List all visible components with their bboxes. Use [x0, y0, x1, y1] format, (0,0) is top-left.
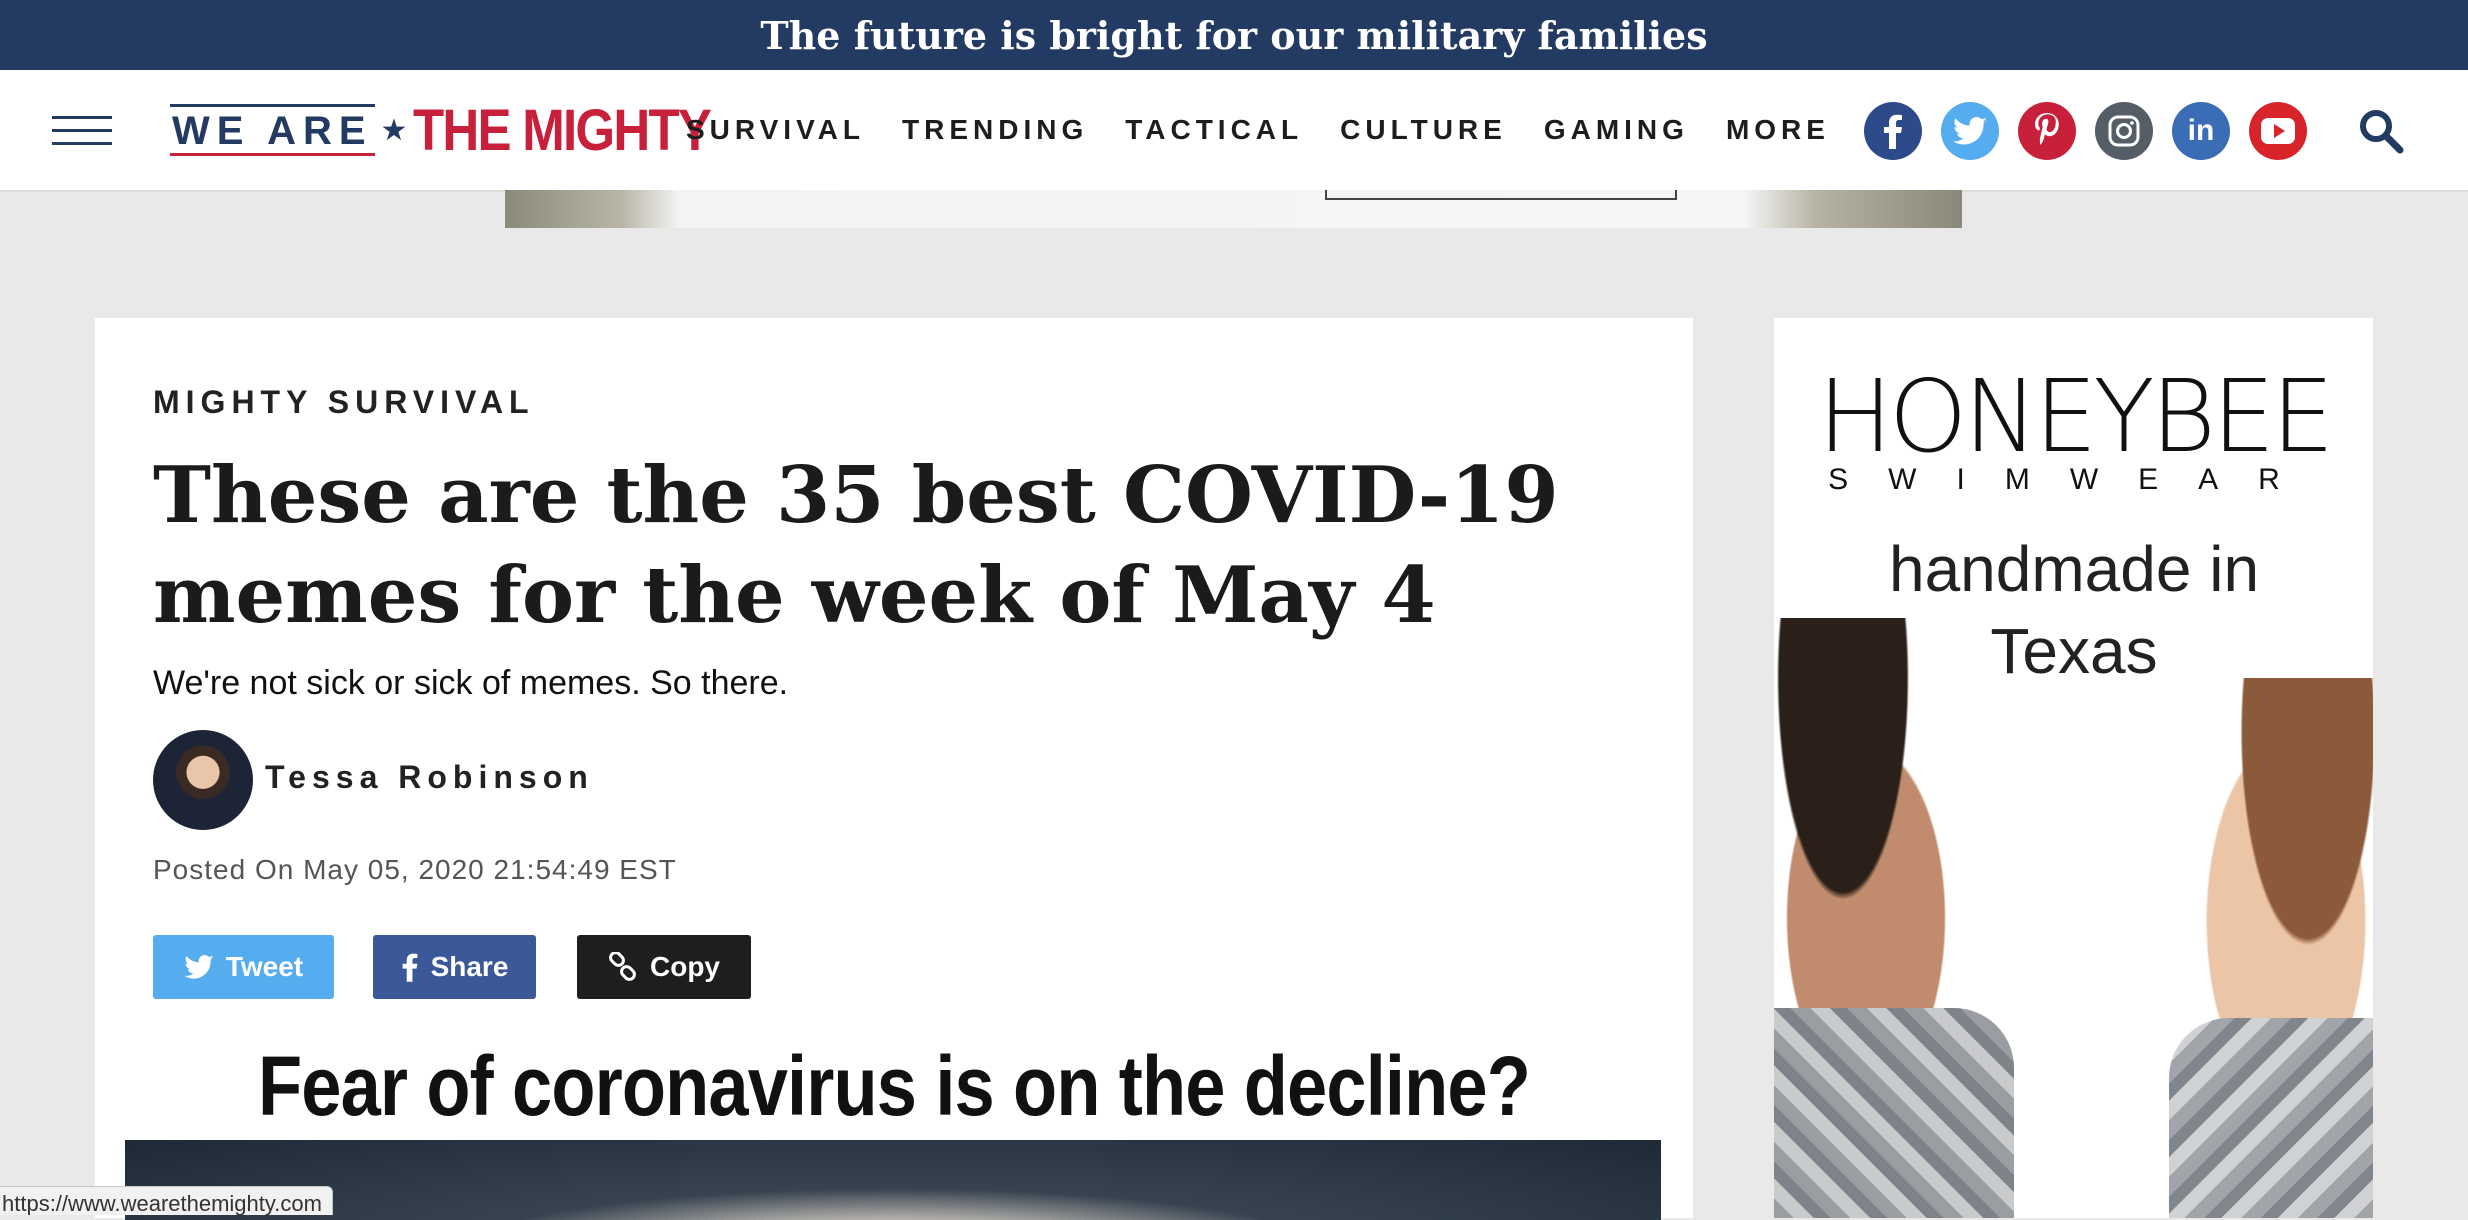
- site-header: WE ARE ★ THE MIGHTY SURVIVAL TRENDING TA…: [0, 70, 2468, 192]
- status-url: https://www.wearethemighty.com: [2, 1191, 322, 1215]
- copy-link-button[interactable]: Copy: [577, 935, 751, 999]
- ad-brand-logo: HONEYBEE: [1817, 358, 2335, 475]
- share-button[interactable]: Share: [373, 935, 536, 999]
- pinterest-icon[interactable]: [2018, 102, 2076, 160]
- nav-item-trending[interactable]: TRENDING: [902, 114, 1088, 146]
- linkedin-icon[interactable]: in: [2172, 102, 2230, 160]
- top-ad-banner[interactable]: [505, 190, 1962, 228]
- youtube-icon[interactable]: [2249, 102, 2307, 160]
- ad-brand-subtitle: SWIMWEAR: [1828, 463, 2320, 496]
- sidebar-ad[interactable]: HONEYBEE SWIMWEAR handmade in Texas: [1774, 318, 2373, 1218]
- meme-caption: Fear of coronavirus is on the decline?: [258, 1039, 1531, 1133]
- banner-text: The future is bright for our military fa…: [760, 12, 1708, 58]
- link-icon: [608, 952, 638, 982]
- article-subtitle: We're not sick or sick of memes. So ther…: [153, 664, 789, 702]
- author-avatar[interactable]: [153, 730, 253, 830]
- menu-icon[interactable]: [52, 114, 112, 148]
- twitter-icon[interactable]: [1941, 102, 1999, 160]
- author-name[interactable]: Tessa Robinson: [265, 759, 594, 796]
- site-logo[interactable]: WE ARE ★ THE MIGHTY: [170, 97, 751, 163]
- logo-the-mighty: THE MIGHTY: [413, 97, 712, 163]
- ad-mask-left-image: [1774, 1008, 2014, 1218]
- twitter-icon: [184, 955, 214, 979]
- ad-box-outline: [1325, 190, 1677, 200]
- star-icon: ★: [380, 113, 408, 147]
- tweet-label: Tweet: [225, 951, 304, 982]
- logo-we-are: WE ARE: [170, 104, 375, 156]
- nav-item-survival[interactable]: SURVIVAL: [686, 114, 865, 146]
- copy-label: Copy: [650, 951, 720, 982]
- search-icon[interactable]: [2356, 106, 2406, 156]
- social-links: in: [1864, 102, 2326, 160]
- posted-date: Posted On May 05, 2020 21:54:49 EST: [153, 854, 677, 885]
- browser-status-bar: https://www.wearethemighty.com: [0, 1186, 333, 1215]
- tweet-button[interactable]: Tweet: [153, 935, 334, 999]
- nav-item-tactical[interactable]: TACTICAL: [1125, 114, 1303, 146]
- article-category[interactable]: MIGHTY SURVIVAL: [153, 384, 535, 421]
- nav-item-more[interactable]: MORE: [1726, 114, 1830, 146]
- ad-mask-right-image: [2169, 1018, 2373, 1218]
- nav-item-gaming[interactable]: GAMING: [1544, 114, 1689, 146]
- top-announcement-banner[interactable]: The future is bright for our military fa…: [0, 0, 2468, 70]
- facebook-icon: [401, 952, 419, 982]
- facebook-icon[interactable]: [1864, 102, 1922, 160]
- share-label: Share: [430, 951, 509, 982]
- instagram-icon[interactable]: [2095, 102, 2153, 160]
- article-title: These are the 35 best COVID-19 memes for…: [153, 450, 1559, 641]
- ad-tagline-line1: handmade in: [1888, 533, 2260, 605]
- meme-image[interactable]: [125, 1140, 1661, 1220]
- nav-item-culture[interactable]: CULTURE: [1340, 114, 1507, 146]
- article-card: MIGHTY SURVIVAL These are the 35 best CO…: [95, 318, 1693, 1220]
- main-nav: SURVIVAL TRENDING TACTICAL CULTURE GAMIN…: [686, 70, 1867, 190]
